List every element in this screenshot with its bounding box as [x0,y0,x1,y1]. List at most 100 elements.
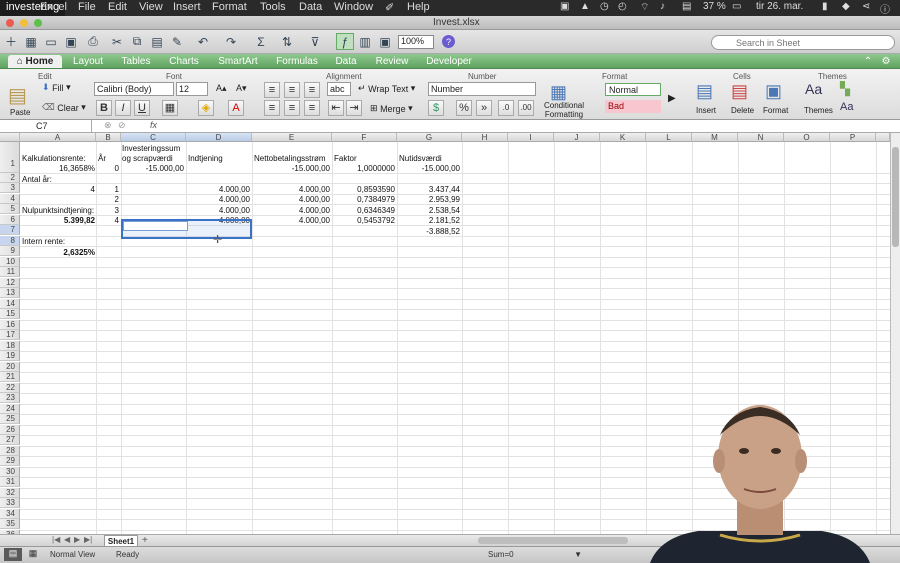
bold-button[interactable]: B [96,100,112,116]
chat-icon[interactable]: ◆ [842,1,850,12]
menu-help[interactable]: Help [407,1,430,13]
fx-icon[interactable]: fx [150,120,157,130]
row-header[interactable]: 32 [0,488,20,498]
page-layout-view-icon[interactable]: ▦ [24,548,42,561]
cell-g3[interactable]: 3.437,44 [397,185,460,195]
row-header[interactable]: 9 [0,246,20,256]
sheet-nav-next-icon[interactable]: ▶ [74,535,80,544]
style-bad[interactable]: Bad [605,100,661,113]
row-header[interactable]: 24 [0,404,20,414]
cell-a1[interactable]: Kalkulationsrente: [22,154,86,164]
select-all-corner[interactable] [0,133,20,142]
decrease-indent-icon[interactable]: ⇤ [328,100,344,116]
cell-b1[interactable]: År [98,154,106,164]
tab-formulas[interactable]: Formulas [272,55,322,68]
row-header[interactable]: 1 [0,142,20,173]
conditional-formatting-icon[interactable]: ▦ [550,82,567,103]
menu-file[interactable]: File [78,1,96,13]
row-header[interactable]: 22 [0,383,20,393]
row-header[interactable]: 16 [0,320,20,330]
row-header[interactable]: 21 [0,372,20,382]
cell-a9[interactable]: 2,6325% [20,248,95,258]
styles-more-icon[interactable]: ▶ [668,93,676,104]
tab-review[interactable]: Review [370,55,414,68]
themes-icon[interactable]: Aa [805,81,822,97]
cell-d3[interactable]: 4.000,00 [186,185,250,195]
insert-button[interactable]: Insert [696,106,716,115]
font-color-icon[interactable]: A [228,100,244,116]
borders-icon[interactable]: ▦ [162,100,178,116]
column-header[interactable]: K [600,133,646,142]
row-header[interactable]: 2 [0,173,20,183]
tab-tables[interactable]: Tables [116,55,156,68]
percent-button[interactable]: % [456,100,472,116]
font-size-dropdown[interactable]: 12 [176,82,208,96]
format-button[interactable]: Format [763,106,788,115]
row-header[interactable]: 35 [0,519,20,529]
insert-cells-icon[interactable]: ▤ [696,81,713,102]
minimize-button[interactable] [20,19,28,27]
cell-a4[interactable]: 4 [20,185,95,195]
theme-fonts-icon[interactable]: Aa [840,101,853,113]
cut-icon[interactable]: ✂ [108,33,126,50]
column-header[interactable]: I [508,133,554,142]
cell-a5[interactable]: Nulpunktsindtjening: [22,206,94,216]
row-header[interactable]: 31 [0,477,20,487]
add-sheet-icon[interactable]: + [142,535,148,546]
row-header[interactable]: 18 [0,341,20,351]
row-header[interactable]: 13 [0,288,20,298]
column-header[interactable]: G [397,133,462,142]
close-button[interactable] [6,19,14,27]
format-cells-icon[interactable]: ▣ [765,81,782,102]
cell-f6[interactable]: 0,5453792 [332,216,395,226]
clear-button[interactable]: ⌫ Clear ▾ [42,102,86,113]
menu-format[interactable]: Format [212,1,247,13]
wrap-text-button[interactable]: ↵ Wrap Text ▾ [358,83,415,94]
status-sum[interactable]: Sum=0 ▼ [488,550,584,559]
volume-icon[interactable]: ♪ [660,1,665,12]
menu-data[interactable]: Data [299,1,322,13]
help-icon[interactable]: ? [442,35,455,48]
autosum-icon[interactable]: Σ [252,33,270,50]
row-header[interactable]: 6 [0,215,20,225]
row-header[interactable]: 5 [0,204,20,214]
cell-c1-line1[interactable]: Investeringssum [122,144,180,154]
cell-a8[interactable]: Intern rente: [22,237,65,247]
cell-g1[interactable]: Nutidsværdi [399,154,442,164]
sheet-nav-first-icon[interactable]: |◀ [52,535,60,544]
increase-indent-icon[interactable]: ⇥ [346,100,362,116]
tab-charts[interactable]: Charts [164,55,204,68]
row-header[interactable]: 30 [0,467,20,477]
themes-button[interactable]: Themes [804,106,833,115]
cell-d1[interactable]: Indtjening [188,154,223,164]
row-header[interactable]: 10 [0,257,20,267]
merge-button[interactable]: ⊞ Merge ▾ [370,103,413,114]
cell-c2[interactable]: -15.000,00 [121,164,184,174]
column-header[interactable]: M [692,133,738,142]
cell-e2[interactable]: -15.000,00 [252,164,330,174]
cell-d4[interactable]: 4.000,00 [186,195,250,205]
sheet-nav-prev-icon[interactable]: ◀ [64,535,70,544]
menu-excel[interactable]: Excel [40,1,67,13]
column-header[interactable]: H [462,133,508,142]
row-header[interactable]: 3 [0,183,20,193]
tab-developer[interactable]: Developer [422,55,476,68]
cell-e5[interactable]: 4.000,00 [252,206,330,216]
cell-b6[interactable]: 4 [96,216,119,226]
cell-e1[interactable]: Nettobetalingsstrøm [254,154,326,164]
style-normal[interactable]: Normal [605,83,661,96]
cell-f1[interactable]: Faktor [334,154,357,164]
cell-f4[interactable]: 0,7384979 [332,195,395,205]
column-header[interactable]: N [738,133,784,142]
display-icon[interactable]: ▤ [682,1,691,12]
clock[interactable]: tir 26. mar. [756,1,803,12]
paste-icon[interactable]: ▤ [148,33,166,50]
row-header[interactable]: 33 [0,498,20,508]
currency-icon[interactable]: $ [428,100,444,116]
column-header[interactable]: B [96,133,121,142]
notification-icon[interactable]: ▮ [822,1,828,12]
column-header[interactable]: L [646,133,692,142]
align-right-icon[interactable]: ≡ [304,100,320,116]
media-browser-icon[interactable]: ▣ [376,33,394,50]
row-header[interactable]: 14 [0,299,20,309]
